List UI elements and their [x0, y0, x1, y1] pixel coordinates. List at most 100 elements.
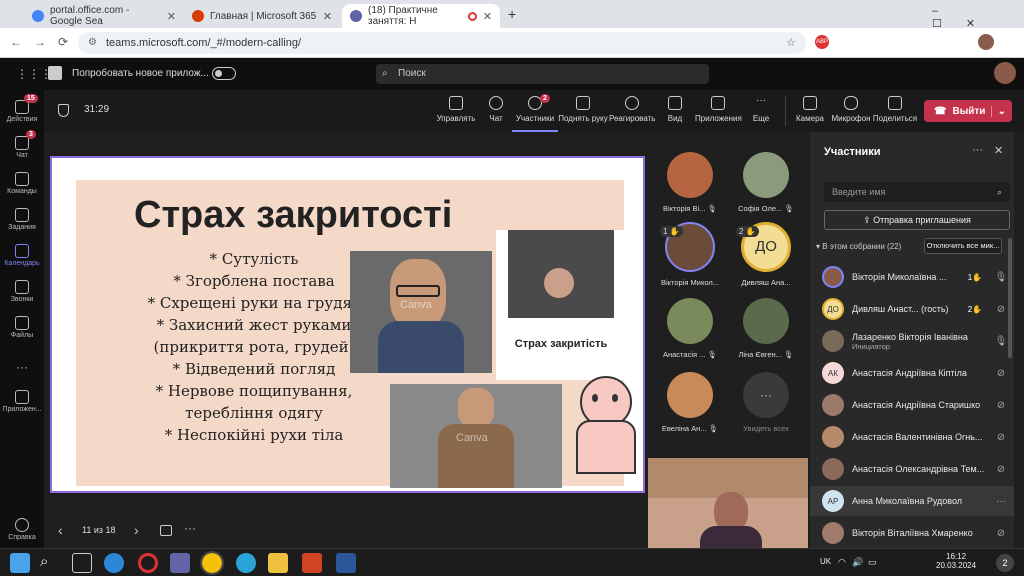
- windows-taskbar: ⌕ UK ◠ 🔊 ▭ 16:12 20.03.2024 2: [0, 548, 1024, 576]
- mic-off-icon[interactable]: ⊘: [988, 432, 1014, 443]
- mute-all-button[interactable]: Отключить все мик...: [924, 238, 1002, 254]
- participant-row[interactable]: Вікторія Миколаївна ... 1✋ 🎙: [810, 262, 1014, 292]
- section-header[interactable]: ▾ В этом собрании (22): [816, 242, 901, 251]
- calendar-icon: [15, 244, 29, 258]
- next-slide-button[interactable]: ›: [134, 522, 139, 538]
- gallery-tile[interactable]: Вікторія Микол... 1 ✋: [650, 222, 730, 287]
- battery-icon[interactable]: ▭: [868, 557, 877, 568]
- powerpoint-icon[interactable]: [302, 553, 322, 573]
- self-video[interactable]: [648, 458, 808, 548]
- telegram-icon[interactable]: [236, 553, 256, 573]
- notification-center-badge[interactable]: 2: [996, 554, 1014, 572]
- edge-icon[interactable]: [104, 553, 124, 573]
- rail-item-assignments[interactable]: Задания: [0, 208, 44, 231]
- file-explorer-icon[interactable]: [268, 553, 288, 573]
- rail-item-calendar[interactable]: Календарь: [0, 244, 44, 267]
- rail-item-help[interactable]: Справка: [0, 518, 44, 541]
- wifi-icon[interactable]: ◠: [838, 557, 846, 568]
- mic-off-icon[interactable]: ⊘: [988, 528, 1014, 539]
- camera-button[interactable]: Камера: [787, 96, 833, 123]
- window-controls[interactable]: –☐✕: [932, 5, 1024, 30]
- gallery-tile[interactable]: ДО Дивляш Ана... 2 ✋: [726, 222, 806, 287]
- try-new-toggle[interactable]: [212, 67, 236, 80]
- more-apps-icon[interactable]: ···: [0, 360, 44, 374]
- chevron-down-icon[interactable]: ⌄: [990, 105, 1012, 117]
- url-field[interactable]: ⚙ teams.microsoft.com/_#/modern-calling/…: [78, 32, 806, 54]
- new-tab-button[interactable]: +: [508, 6, 516, 22]
- participant-row[interactable]: АК Анастасія Андріївна Кіптіла ⊘: [810, 358, 1014, 388]
- leave-button[interactable]: ☎ Выйти ⌄: [924, 100, 1012, 122]
- volume-icon[interactable]: 🔊: [852, 557, 863, 568]
- language-indicator[interactable]: UK: [820, 557, 831, 566]
- browser-tab-teams[interactable]: (18) Практичне заняття: Н ✕: [342, 4, 500, 28]
- browser-tab-m365[interactable]: Главная | Microsoft 365 ✕: [184, 4, 340, 28]
- search-icon[interactable]: ⌕: [40, 553, 48, 570]
- popout-icon[interactable]: [160, 525, 172, 536]
- search-icon: ⌕: [382, 68, 388, 79]
- bullet-item: * Неспокійні рухи тіла: [164, 426, 344, 444]
- send-invitation-button[interactable]: ⇪ Отправка приглашения: [824, 210, 1010, 230]
- raise-hand-button[interactable]: Поднять руку: [558, 96, 608, 123]
- close-icon[interactable]: ✕: [483, 10, 492, 23]
- mic-off-icon[interactable]: ⊘: [988, 400, 1014, 411]
- profile-avatar[interactable]: [978, 34, 994, 50]
- adblock-icon[interactable]: ABP: [815, 35, 829, 49]
- participants-button[interactable]: Участники 2: [512, 94, 558, 132]
- rail-item-activity[interactable]: Действия 15: [0, 94, 44, 123]
- search-input[interactable]: ⌕ Поиск: [376, 64, 709, 84]
- microphone-button[interactable]: Микрофон: [828, 96, 874, 123]
- see-all-button[interactable]: ··· Увидеть всех: [726, 372, 806, 433]
- rail-item-calls[interactable]: Звонки: [0, 280, 44, 303]
- mic-off-icon[interactable]: ⊘: [988, 368, 1014, 379]
- rail-item-files[interactable]: Файлы: [0, 316, 44, 339]
- more-options-icon[interactable]: ···: [184, 521, 196, 535]
- gallery-tile[interactable]: Софія Оле... 🎙: [726, 152, 806, 213]
- mic-off-icon[interactable]: ⊘: [988, 464, 1014, 475]
- panel-more-icon[interactable]: ···: [972, 144, 983, 156]
- participant-row[interactable]: Анастасія Валентинівна Огнь... ⊘: [810, 422, 1014, 452]
- recording-icon: [467, 11, 477, 21]
- share-button[interactable]: Поделиться: [872, 96, 918, 123]
- teams-icon[interactable]: [170, 553, 190, 573]
- bookmark-star-icon[interactable]: ☆: [786, 32, 796, 54]
- participant-row[interactable]: ДО Дивляш Анаст... (гость) 2✋ ⊘: [810, 294, 1014, 324]
- participant-row[interactable]: АР Анна Миколаївна Рудовол ···: [810, 486, 1014, 516]
- close-icon[interactable]: ✕: [167, 10, 176, 23]
- m365-icon: [192, 10, 204, 22]
- gallery-tile[interactable]: Анастасія ... 🎙: [650, 298, 730, 359]
- gallery-tile[interactable]: Вікторія Ві... 🎙: [650, 152, 730, 213]
- user-avatar[interactable]: [994, 62, 1016, 84]
- participant-row[interactable]: Анастасія Андріївна Старишко ⊘: [810, 390, 1014, 420]
- opera-icon[interactable]: [138, 553, 158, 573]
- rail-item-chat[interactable]: Чат 3: [0, 130, 44, 159]
- participant-search-input[interactable]: Введите имя ⌕: [824, 182, 1010, 202]
- site-info-icon[interactable]: ⚙: [88, 32, 97, 54]
- avatar-initials: АК: [822, 362, 844, 384]
- close-icon[interactable]: ✕: [994, 144, 1003, 157]
- scrollbar[interactable]: [1008, 238, 1012, 358]
- task-view-icon[interactable]: [72, 553, 92, 573]
- tab-title: Главная | Microsoft 365: [210, 10, 317, 22]
- windows-start-icon[interactable]: [10, 553, 30, 573]
- react-button[interactable]: Реагировать: [609, 96, 655, 123]
- word-icon[interactable]: [336, 553, 356, 573]
- rail-item-teams[interactable]: Команды: [0, 172, 44, 195]
- close-icon[interactable]: ✕: [323, 10, 332, 23]
- participant-row[interactable]: Анастасія Олександрівна Тем... ⊘: [810, 454, 1014, 484]
- gallery-tile[interactable]: Евеліна Ан... 🎙: [650, 372, 730, 433]
- gallery-tile[interactable]: Ліна Євген... 🎙: [726, 298, 806, 359]
- more-button[interactable]: ··· Еще: [738, 96, 784, 124]
- participant-row[interactable]: Лазаренко Вікторія Іванівна Инициатор 🎙: [810, 326, 1014, 356]
- rail-item-apps[interactable]: Приложен...: [0, 390, 44, 413]
- app-launcher-icon[interactable]: ⋮⋮⋮: [16, 67, 52, 81]
- nav-buttons[interactable]: ←→⟳: [10, 35, 80, 49]
- chat-icon: [489, 96, 503, 110]
- participant-row[interactable]: Вікторія Віталіївна Хмаренко ⊘: [810, 518, 1014, 548]
- apps-button[interactable]: Приложения: [695, 96, 742, 123]
- view-button[interactable]: Вид: [652, 96, 698, 123]
- clock[interactable]: 16:12 20.03.2024: [936, 552, 976, 570]
- browser-tab-google[interactable]: portal.office.com - Google Sea ✕: [24, 4, 184, 28]
- more-options-icon[interactable]: ···: [988, 496, 1014, 507]
- chrome-icon[interactable]: [200, 551, 224, 575]
- previous-slide-button[interactable]: ‹: [58, 522, 63, 538]
